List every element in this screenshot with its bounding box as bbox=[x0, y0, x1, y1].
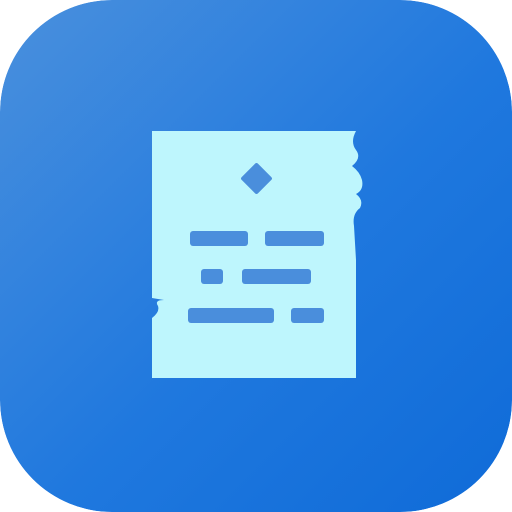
document-scroll-icon bbox=[0, 0, 512, 512]
text-line-1a bbox=[190, 231, 248, 246]
text-line-3b bbox=[291, 308, 324, 323]
text-line-3a bbox=[188, 308, 274, 323]
text-line-2b bbox=[242, 269, 311, 284]
text-line-1b bbox=[265, 231, 324, 246]
text-line-2a bbox=[201, 269, 223, 284]
app-icon[interactable] bbox=[0, 0, 512, 512]
